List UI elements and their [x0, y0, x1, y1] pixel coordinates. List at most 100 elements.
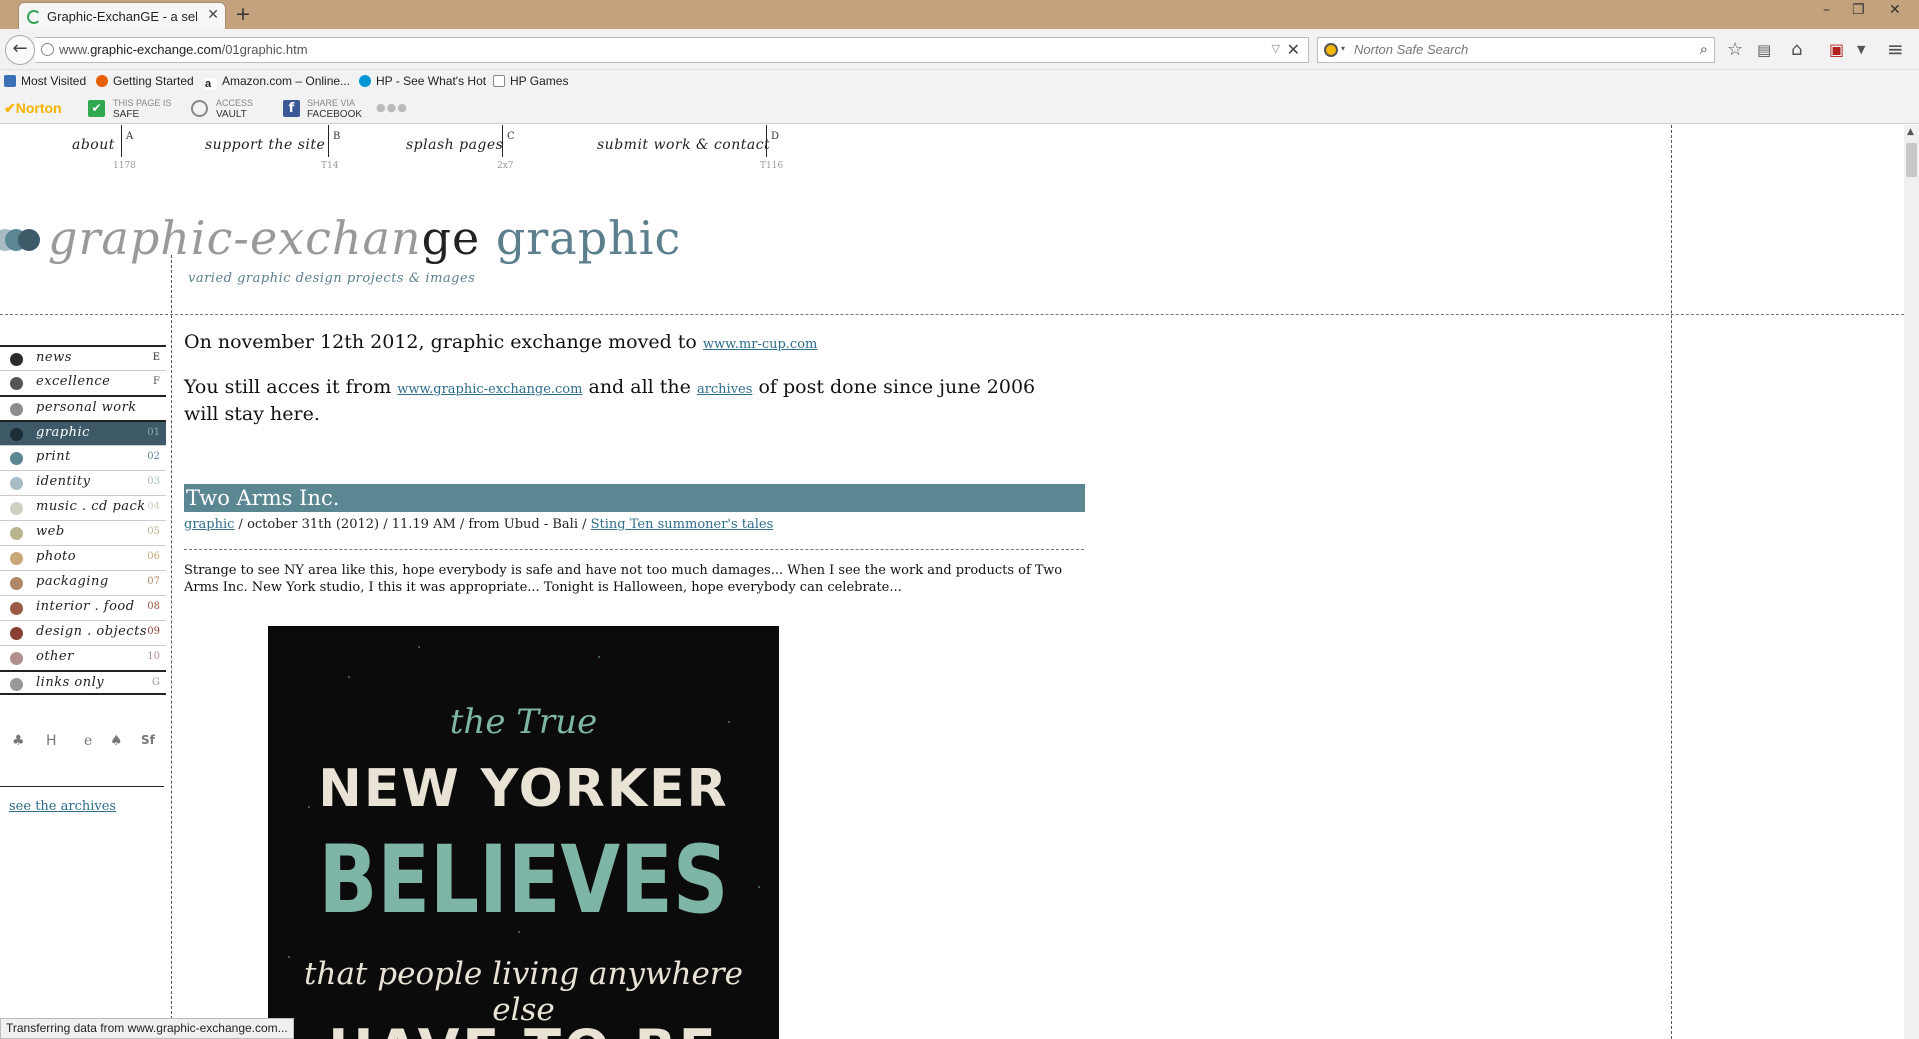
nav-separator: [766, 125, 767, 157]
nav-support-the-site[interactable]: support the site: [205, 137, 325, 153]
bookmark-hp-hot[interactable]: HP - See What's Hot: [359, 74, 486, 88]
post-body: Strange to see NY area like this, hope e…: [184, 563, 1063, 595]
bookmarks-toolbar: Most Visited Getting Started a Amazon.com…: [0, 70, 1919, 94]
archives-link[interactable]: archives: [697, 382, 753, 397]
tab-bar: Graphic-ExchanGE - a selec... ✕ + – ❐ ✕: [0, 0, 1919, 30]
bookmark-star-icon[interactable]: ☆: [1727, 39, 1743, 60]
poster-line-5: HAVE TO BE: [268, 1018, 779, 1039]
restore-icon[interactable]: ❐: [1852, 2, 1865, 18]
poster-line-1: the True: [449, 702, 598, 742]
nav-letter: A: [126, 131, 134, 142]
page-icon: [493, 75, 505, 87]
site-title[interactable]: graphic-exchange graphic: [48, 211, 681, 265]
nav-splash-pages[interactable]: splash pages: [406, 137, 503, 153]
safe-check-icon[interactable]: ✔: [88, 100, 105, 117]
nav-separator: [121, 125, 122, 157]
url-bar[interactable]: www.graphic-exchange.com/01graphic.htm ▽…: [35, 37, 1309, 63]
header-divider: [0, 314, 1904, 315]
category-web[interactable]: web 05: [0, 520, 166, 545]
category-personal-work[interactable]: personal work: [0, 395, 166, 420]
category-sidebar: news E excellence F personal work graphic 0…: [0, 345, 166, 695]
page-scrollbar[interactable]: ▲: [1904, 125, 1919, 1039]
norton-dropdown-icon[interactable]: ▼: [1857, 43, 1865, 56]
category-print[interactable]: print 02: [0, 445, 166, 470]
search-bar[interactable]: ▾ Norton Safe Search ⌕: [1317, 37, 1715, 63]
url-text[interactable]: www.graphic-exchange.com/01graphic.htm: [59, 42, 308, 57]
minimize-icon[interactable]: –: [1823, 2, 1830, 18]
category-links-only[interactable]: links only G: [0, 670, 166, 695]
sf-icon[interactable]: Sf: [141, 733, 155, 747]
stop-icon[interactable]: ✕: [1287, 40, 1300, 59]
post-music-link[interactable]: Sting Ten summoner's tales: [591, 517, 774, 532]
graphic-exchange-link[interactable]: www.graphic-exchange.com: [397, 382, 582, 397]
hp-icon: [359, 75, 371, 87]
access-vault-button[interactable]: ACCESS VAULT: [216, 97, 253, 121]
category-news[interactable]: news E: [0, 345, 166, 370]
back-button[interactable]: ←: [5, 35, 35, 65]
scroll-up-icon[interactable]: ▲: [1907, 127, 1914, 137]
nav-separator: [328, 125, 329, 157]
norton-toolbar: ✔Norton ✔ THIS PAGE IS SAFE ACCESS VAULT…: [0, 94, 1919, 124]
home-icon[interactable]: ⌂: [1791, 39, 1802, 60]
post-category-link[interactable]: graphic: [184, 517, 234, 532]
engine-dropdown-icon[interactable]: ▾: [1341, 44, 1345, 53]
history-dropdown-icon[interactable]: ▽: [1272, 42, 1280, 55]
site-subtitle: varied graphic design projects & images: [188, 271, 476, 286]
facebook-icon[interactable]: f: [283, 100, 300, 117]
bookmark-most-visited[interactable]: Most Visited: [4, 74, 86, 88]
norton-toolbar-icon[interactable]: ▣: [1829, 40, 1844, 59]
category-interior-food[interactable]: interior . food 08: [0, 595, 166, 620]
category-graphic[interactable]: graphic 01: [0, 420, 166, 445]
category-other[interactable]: other 10: [0, 645, 166, 670]
tree-icon[interactable]: ♣: [12, 733, 25, 749]
balloon-icon[interactable]: ♠: [110, 733, 123, 749]
page-safe-status[interactable]: THIS PAGE IS SAFE: [113, 97, 171, 121]
nav-count: 2x7: [497, 161, 514, 171]
web-page: about A 1178 support the site B T14 spla…: [0, 125, 1904, 1039]
tab-title: Graphic-ExchanGE - a selec...: [47, 9, 197, 24]
nav-submit-work-contact[interactable]: submit work & contact: [597, 137, 770, 153]
bookmark-hp-games[interactable]: HP Games: [493, 74, 568, 88]
hi-icon[interactable]: H: [46, 733, 57, 749]
firefox-icon: [96, 75, 108, 87]
mr-cup-link[interactable]: www.mr-cup.com: [703, 337, 817, 352]
category-identity[interactable]: identity 03: [0, 470, 166, 495]
category-packaging[interactable]: packaging 07: [0, 570, 166, 595]
vault-icon[interactable]: [191, 100, 208, 117]
post-meta: graphic / october 31th (2012) / 11.19 AM…: [184, 517, 774, 532]
bookmark-amazon[interactable]: a Amazon.com – Online...: [205, 74, 350, 90]
see-archives-link[interactable]: see the archives: [9, 799, 116, 814]
nav-separator: [502, 125, 503, 157]
post-separator: [184, 549, 1084, 550]
new-tab-icon[interactable]: +: [235, 3, 251, 25]
browser-tab[interactable]: Graphic-ExchanGE - a selec... ✕: [18, 2, 226, 30]
scroll-thumb[interactable]: [1906, 143, 1917, 177]
category-photo[interactable]: photo 06: [0, 545, 166, 570]
nav-about[interactable]: about: [72, 137, 115, 153]
bookmark-getting-started[interactable]: Getting Started: [96, 74, 194, 88]
menu-icon[interactable]: ≡: [1887, 37, 1904, 61]
bookmarks-list-icon[interactable]: ▤: [1757, 41, 1771, 59]
norton-logo[interactable]: ✔Norton: [4, 100, 62, 117]
amazon-icon: a: [205, 78, 217, 90]
category-design-objects[interactable]: design . objects 09: [0, 620, 166, 645]
norton-search-engine-icon[interactable]: [1324, 43, 1338, 57]
share-facebook-button[interactable]: SHARE VIA FACEBOOK: [307, 97, 362, 121]
poster-line-3: BELIEVES: [318, 826, 729, 935]
tab-close-icon[interactable]: ✕: [207, 7, 219, 23]
more-options-icon[interactable]: ●●●: [376, 101, 408, 114]
search-input[interactable]: Norton Safe Search: [1354, 42, 1468, 57]
post-title[interactable]: Two Arms Inc.: [184, 484, 1085, 512]
nav-letter: B: [333, 131, 341, 142]
e-icon[interactable]: e: [84, 733, 92, 749]
nav-count: 1178: [113, 161, 136, 171]
loading-icon: [27, 10, 41, 24]
new-yorker-poster-image[interactable]: the True NEW YORKER BELIEVES that people…: [268, 626, 779, 1039]
poster-line-2: NEW YORKER: [318, 759, 729, 819]
status-bar: Transferring data from www.graphic-excha…: [0, 1018, 294, 1039]
search-icon[interactable]: ⌕: [1700, 40, 1708, 58]
globe-icon: [41, 43, 54, 56]
category-excellence[interactable]: excellence F: [0, 370, 166, 395]
category-music-cd-pack[interactable]: music . cd pack 04: [0, 495, 166, 520]
close-window-icon[interactable]: ✕: [1889, 2, 1901, 18]
